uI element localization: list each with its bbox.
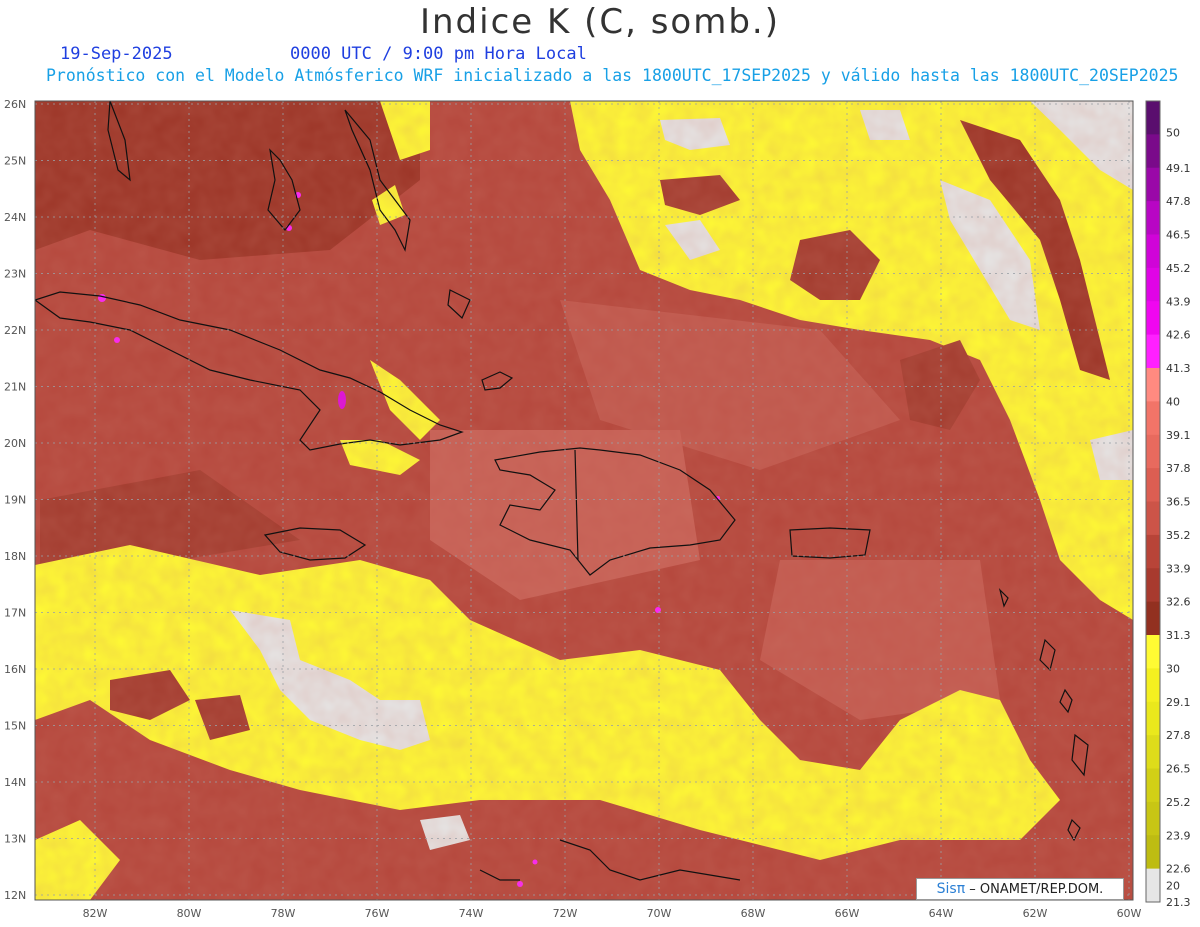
colorbar-label: 29.1	[1166, 696, 1191, 709]
colorbar-swatch	[1146, 835, 1160, 870]
colorbar-swatch	[1146, 234, 1160, 269]
lon-label: 66W	[835, 907, 860, 920]
colorbar-label: 45.2	[1166, 262, 1191, 275]
colorbar-label: 27.8	[1166, 729, 1191, 742]
colorbar-label: 49.1	[1166, 162, 1191, 175]
colorbar-swatch	[1146, 401, 1160, 436]
longitude-labels: 82W 80W 78W 76W 74W 72W 70W 68W 66W 64W 62W 60W	[83, 907, 1142, 920]
colorbar-swatch	[1146, 267, 1160, 302]
credit-box: Sisπ – ONAMET/REP.DOM.	[916, 878, 1124, 900]
lat-label: 22N	[4, 324, 26, 337]
colorbar-label: 46.5	[1166, 229, 1191, 242]
lat-label: 16N	[4, 663, 26, 676]
colorbar-swatch	[1146, 101, 1160, 135]
credit-brand: Sisπ	[936, 881, 966, 897]
colorbar-label: 39.1	[1166, 429, 1191, 442]
colorbar-swatch	[1146, 501, 1160, 536]
colorbar-swatch	[1146, 768, 1160, 803]
colorbar-label: 43.9	[1166, 295, 1191, 308]
colorbar-swatch	[1146, 334, 1160, 369]
lat-label: 25N	[4, 155, 26, 168]
lat-label: 21N	[4, 381, 26, 394]
field-texture	[35, 101, 1133, 900]
lon-label: 78W	[271, 907, 296, 920]
lat-label: 13N	[4, 833, 26, 846]
lat-label: 14N	[4, 776, 26, 789]
colorbar-swatch	[1146, 735, 1160, 769]
lat-label: 19N	[4, 494, 26, 507]
lat-label: 24N	[4, 211, 26, 224]
colorbar-label: 47.8	[1166, 195, 1191, 208]
colorbar-label: 22.6	[1166, 863, 1191, 876]
lat-label: 20N	[4, 437, 26, 450]
credit-text: – ONAMET/REP.DOM.	[969, 882, 1104, 897]
colorbar-swatch	[1146, 468, 1160, 502]
colorbar-label: 41.3	[1166, 362, 1191, 375]
lon-label: 64W	[929, 907, 954, 920]
lon-label: 74W	[459, 907, 484, 920]
k-index-map: 82W 80W 78W 76W 74W 72W 70W 68W 66W 64W 62W 60W 26N…	[4, 98, 1191, 920]
map-field	[35, 101, 1133, 900]
lon-label: 62W	[1023, 907, 1048, 920]
lon-label: 70W	[647, 907, 672, 920]
colorbar-label: 31.3	[1166, 629, 1191, 642]
colorbar-label: 23.9	[1166, 829, 1191, 842]
lat-label: 17N	[4, 607, 26, 620]
colorbar-swatch	[1146, 201, 1160, 235]
colorbar-label: 25.2	[1166, 796, 1191, 809]
colorbar-label: 40	[1166, 395, 1180, 408]
colorbar-swatch	[1146, 301, 1160, 336]
colorbar-label: 37.8	[1166, 462, 1191, 475]
latitude-labels: 26N 25N 24N 23N 22N 21N 20N 19N 18N 17N 16N 15N 14N 1…	[4, 98, 26, 902]
lon-label: 68W	[741, 907, 766, 920]
colorbar-swatch	[1146, 701, 1160, 736]
colorbar-swatch	[1146, 601, 1160, 636]
colorbar-label: 26.5	[1166, 763, 1191, 776]
colorbar-swatch	[1146, 668, 1160, 703]
lon-label: 80W	[177, 907, 202, 920]
colorbar-label: 30	[1166, 662, 1180, 675]
colorbar-swatch	[1146, 868, 1160, 903]
lon-label: 76W	[365, 907, 390, 920]
lon-label: 82W	[83, 907, 108, 920]
colorbar-swatch	[1146, 134, 1160, 169]
lat-label: 23N	[4, 268, 26, 281]
lat-label: 15N	[4, 720, 26, 733]
colorbar-swatch	[1146, 534, 1160, 569]
colorbar-label: 32.6	[1166, 596, 1191, 609]
colorbar-label: 20	[1166, 879, 1180, 892]
lat-label: 18N	[4, 550, 26, 563]
colorbar-label: 50	[1166, 126, 1180, 139]
lon-label: 72W	[553, 907, 578, 920]
colorbar-swatch	[1146, 568, 1160, 603]
colorbar-swatch	[1146, 368, 1160, 402]
colorbar-label: 21.3	[1166, 896, 1191, 909]
colorbar-swatch	[1146, 635, 1160, 669]
colorbar-label: 33.9	[1166, 562, 1191, 575]
colorbar-label: 36.5	[1166, 496, 1191, 509]
colorbar-label: 35.2	[1166, 529, 1191, 542]
lon-label: 60W	[1117, 907, 1142, 920]
colorbar-label: 42.6	[1166, 329, 1191, 342]
lat-label: 26N	[4, 98, 26, 111]
lat-label: 12N	[4, 889, 26, 902]
colorbar: 50 49.1 47.8 46.5 45.2 43.9 42.6 41.3 40 39.1 37.8…	[1145, 100, 1191, 909]
colorbar-swatch	[1146, 434, 1160, 469]
colorbar-swatch	[1146, 801, 1160, 836]
colorbar-swatch	[1146, 167, 1160, 202]
